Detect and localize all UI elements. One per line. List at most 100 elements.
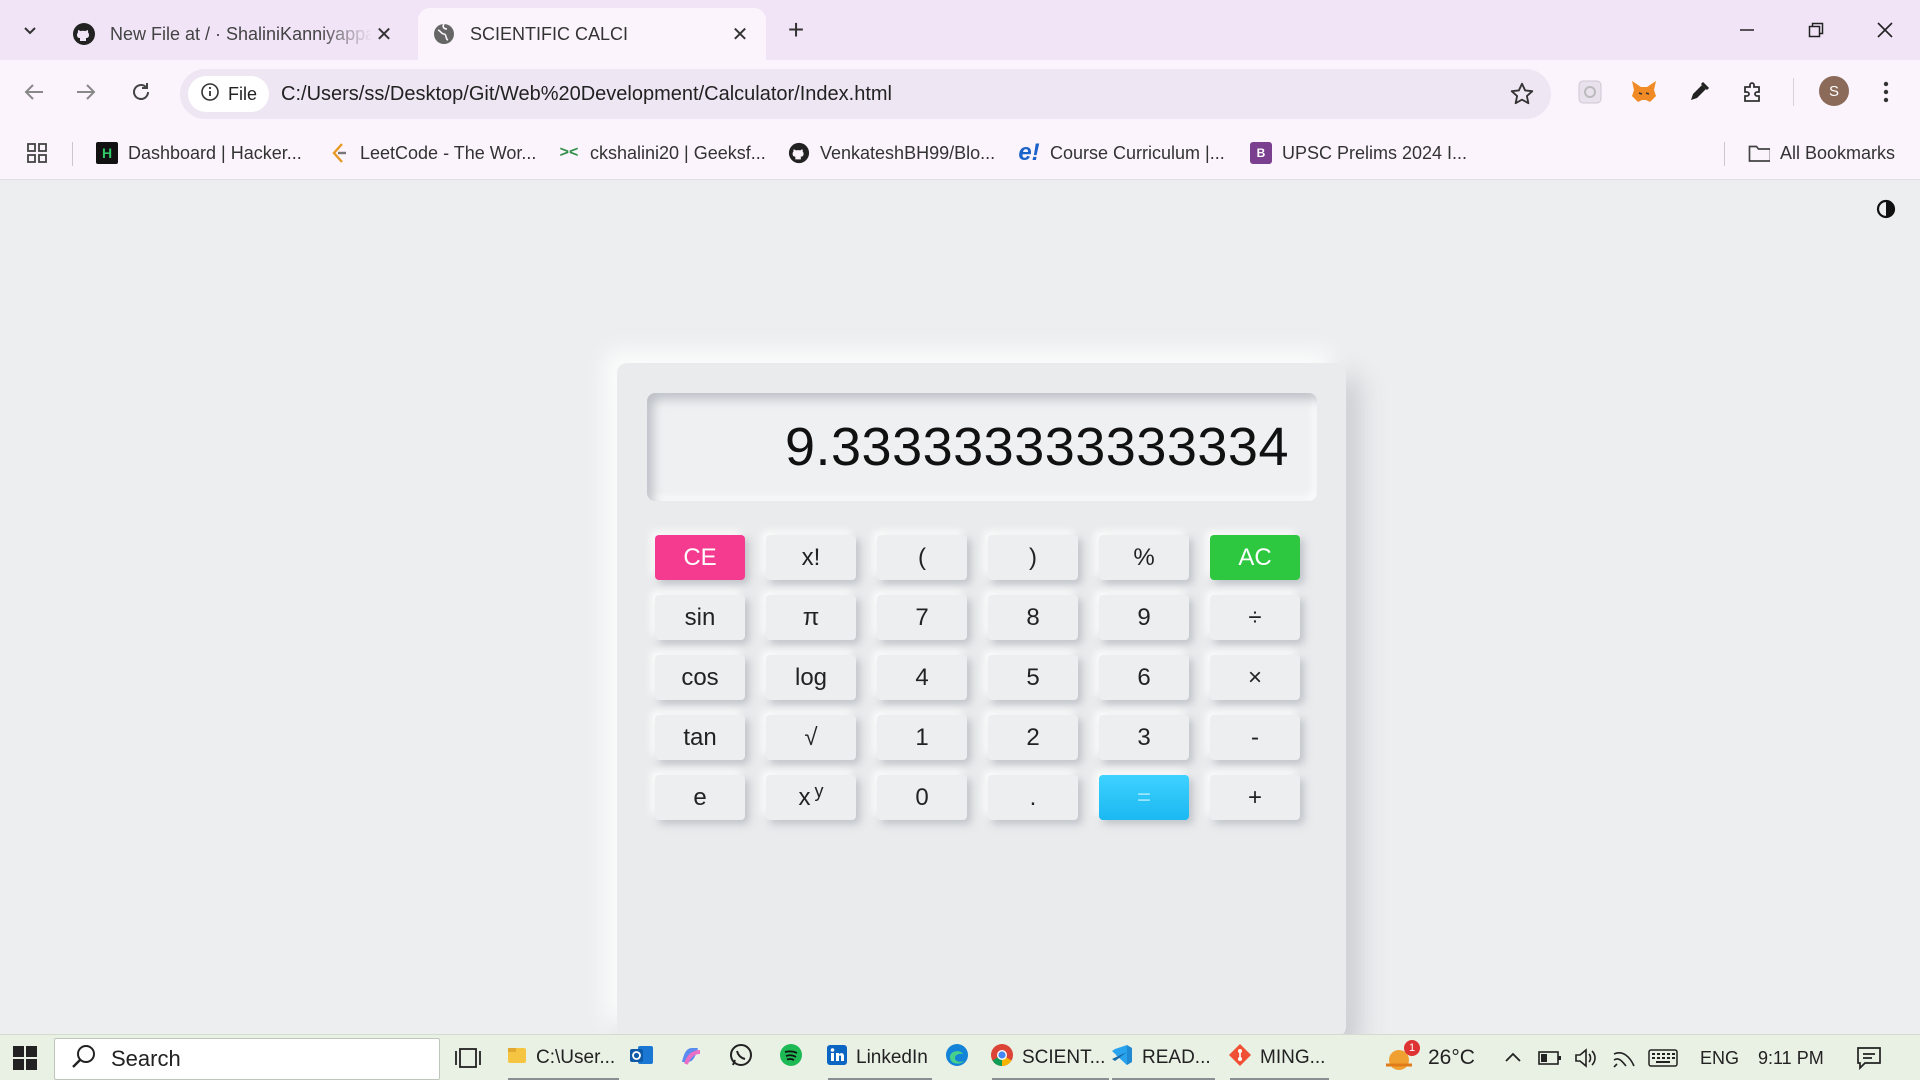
bookmark-github[interactable]: VenkateshBH99/Blo... (788, 140, 995, 166)
spotify-icon (778, 1042, 804, 1074)
address-bar[interactable]: File C:/Users/ss/Desktop/Git/Web%20Devel… (180, 69, 1551, 119)
apps-grid-icon[interactable] (26, 140, 48, 166)
task-view-icon[interactable] (454, 1035, 482, 1080)
theme-toggle-contrast-icon[interactable] (1876, 199, 1898, 221)
pi-button[interactable]: π (766, 595, 856, 640)
close-paren-button[interactable]: ) (988, 535, 1078, 580)
digit-7-button[interactable]: 7 (877, 595, 967, 640)
color-picker-icon[interactable] (1679, 72, 1719, 112)
clear-entry-button[interactable]: CE (655, 535, 745, 580)
digit-4-button[interactable]: 4 (877, 655, 967, 700)
taskbar-item-label: MING... (1260, 1047, 1326, 1068)
extensions-puzzle-icon[interactable] (1733, 72, 1773, 112)
metamask-fox-icon[interactable] (1624, 72, 1664, 112)
tab-strip: New File at / · ShaliniKanniyappan ✕ SCI… (0, 0, 1920, 60)
notifications-icon[interactable] (1856, 1035, 1882, 1080)
close-window-icon[interactable] (1855, 8, 1915, 52)
all-clear-button[interactable]: AC (1210, 535, 1300, 580)
extension-icon[interactable] (1570, 72, 1610, 112)
keyboard-icon[interactable] (1648, 1035, 1678, 1080)
forward-arrow-icon[interactable] (66, 72, 106, 112)
clock-time[interactable]: 9:11 PM (1758, 1035, 1824, 1080)
minimize-icon[interactable] (1717, 8, 1777, 52)
reload-icon[interactable] (121, 72, 161, 112)
profile-avatar[interactable]: S (1819, 76, 1849, 106)
taskbar-whatsapp[interactable] (728, 1035, 754, 1080)
digit-5-button[interactable]: 5 (988, 655, 1078, 700)
factorial-button[interactable]: x! (766, 535, 856, 580)
bookmark-leetcode[interactable]: LeetCode - The Wor... (328, 140, 536, 166)
tan-button[interactable]: tan (655, 715, 745, 760)
close-tab-icon[interactable]: ✕ (728, 22, 752, 46)
windows-taskbar: Search C:\User... LinkedIn SCIENT... REA… (0, 1034, 1920, 1080)
new-tab-plus-icon[interactable]: + (780, 14, 812, 46)
digit-2-button[interactable]: 2 (988, 715, 1078, 760)
digit-9-button[interactable]: 9 (1099, 595, 1189, 640)
cos-button[interactable]: cos (655, 655, 745, 700)
language-indicator[interactable]: ENG (1700, 1035, 1739, 1080)
github-icon (72, 22, 96, 46)
subtract-button[interactable]: - (1210, 715, 1300, 760)
more-options-icon[interactable] (1866, 72, 1906, 112)
taskbar-file-explorer[interactable]: C:\User... (506, 1035, 621, 1080)
edureka-icon: e! (1018, 139, 1040, 166)
sin-button[interactable]: sin (655, 595, 745, 640)
bookmark-label: ckshalini20 | Geeksf... (590, 142, 766, 163)
tab-github-new-file[interactable]: New File at / · ShaliniKanniyappan ✕ (58, 8, 410, 60)
taskbar-edge[interactable] (944, 1035, 970, 1080)
bookmark-hackerrank[interactable]: H Dashboard | Hacker... (96, 140, 302, 166)
taskbar-item-label: READ... (1142, 1047, 1211, 1068)
taskbar-linkedin[interactable]: LinkedIn (826, 1035, 934, 1080)
bookmark-upsc[interactable]: B UPSC Prelims 2024 I... (1250, 140, 1467, 166)
decimal-point-button[interactable]: . (988, 775, 1078, 820)
digit-3-button[interactable]: 3 (1099, 715, 1189, 760)
url-text[interactable]: C:/Users/ss/Desktop/Git/Web%20Developmen… (281, 83, 892, 106)
geeksforgeeks-icon: >< (559, 144, 579, 161)
bookmark-star-icon[interactable] (1509, 81, 1535, 112)
search-icon (71, 1043, 97, 1075)
restore-icon[interactable] (1786, 8, 1846, 52)
taskbar-item-label: SCIENT... (1022, 1047, 1106, 1068)
taskbar-item-label: C:\User... (536, 1047, 616, 1068)
bookmark-geeksforgeeks[interactable]: >< ckshalini20 | Geeksf... (558, 140, 766, 166)
hackerrank-icon: H (96, 142, 118, 164)
weather-widget[interactable]: 1 26°C (1382, 1035, 1475, 1080)
taskbar-copilot[interactable] (678, 1035, 704, 1080)
taskbar-chrome[interactable]: SCIENT... (990, 1035, 1111, 1080)
close-tab-icon[interactable]: ✕ (372, 22, 396, 46)
digit-1-button[interactable]: 1 (877, 715, 967, 760)
digit-8-button[interactable]: 8 (988, 595, 1078, 640)
equals-button[interactable]: = (1099, 775, 1189, 820)
taskbar-spotify[interactable] (778, 1035, 804, 1080)
digit-6-button[interactable]: 6 (1099, 655, 1189, 700)
open-paren-button[interactable]: ( (877, 535, 967, 580)
wifi-icon[interactable] (1612, 1035, 1636, 1080)
taskbar-git-bash[interactable]: MING... (1228, 1035, 1331, 1080)
divide-button[interactable]: ÷ (1210, 595, 1300, 640)
windows-start-icon[interactable] (12, 1035, 38, 1080)
github-icon (788, 142, 810, 164)
volume-icon[interactable] (1574, 1035, 1598, 1080)
taskbar-vscode[interactable]: READ... (1110, 1035, 1217, 1080)
site-info-chip[interactable]: File (188, 76, 270, 112)
browser-toolbar: File C:/Users/ss/Desktop/Git/Web%20Devel… (0, 60, 1920, 180)
back-arrow-icon[interactable] (14, 72, 54, 112)
taskbar-outlook[interactable] (628, 1035, 654, 1080)
power-button[interactable]: xy (766, 775, 856, 820)
bookmark-edureka[interactable]: e! Course Curriculum |... (1018, 139, 1224, 166)
square-root-button[interactable]: √ (766, 715, 856, 760)
all-bookmarks-folder[interactable]: All Bookmarks (1748, 140, 1895, 166)
log-button[interactable]: log (766, 655, 856, 700)
show-hidden-icons-chevron-icon[interactable] (1504, 1035, 1522, 1080)
tab-search-chevron-icon[interactable] (10, 10, 50, 50)
taskbar-search-box[interactable]: Search (54, 1038, 440, 1080)
euler-e-button[interactable]: e (655, 775, 745, 820)
multiply-button[interactable]: × (1210, 655, 1300, 700)
add-button[interactable]: + (1210, 775, 1300, 820)
chrome-icon (990, 1043, 1014, 1073)
percent-button[interactable]: % (1099, 535, 1189, 580)
digit-0-button[interactable]: 0 (877, 775, 967, 820)
battery-icon[interactable] (1538, 1035, 1562, 1080)
page-content: 9.333333333333334 CE x! ( ) % AC sin π 7… (0, 181, 1920, 1037)
tab-scientific-calci[interactable]: SCIENTIFIC CALCI ✕ (418, 8, 766, 60)
